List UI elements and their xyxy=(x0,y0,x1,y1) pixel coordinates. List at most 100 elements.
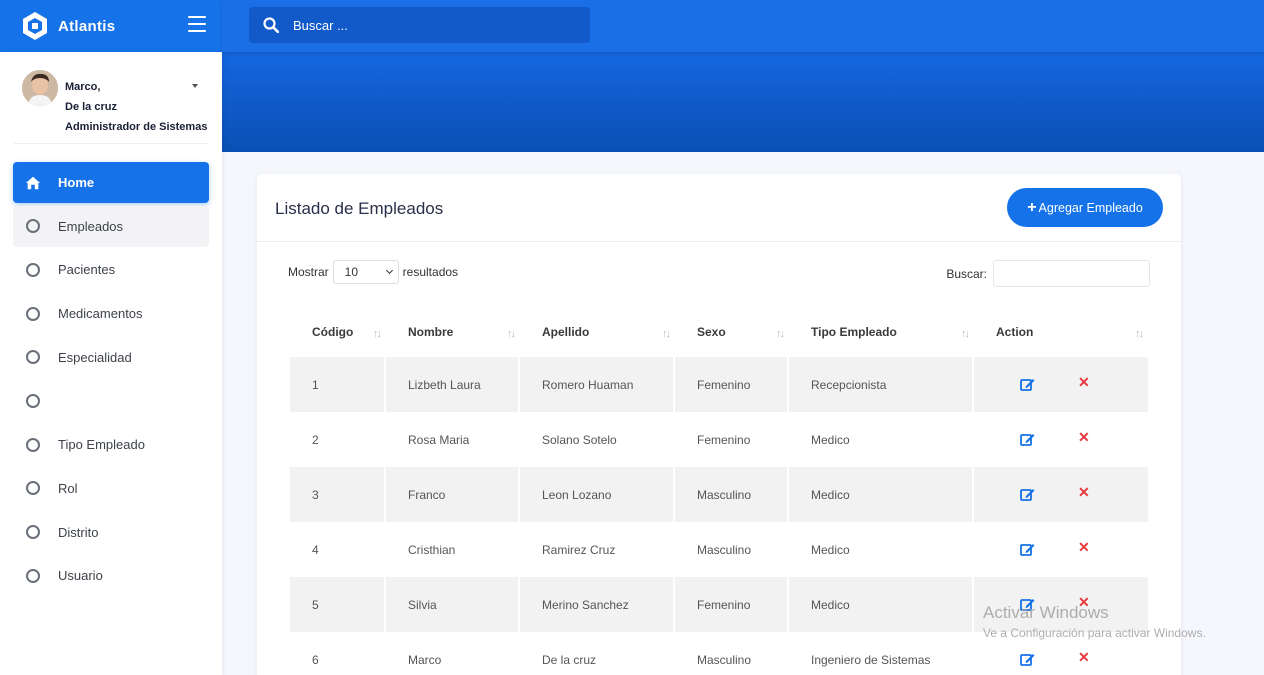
edit-icon[interactable] xyxy=(1020,377,1035,391)
delete-icon[interactable]: ✕ xyxy=(1078,484,1090,501)
cell-codigo: 4 xyxy=(290,522,386,577)
circle-icon xyxy=(25,437,41,453)
page-size-select[interactable]: 10 xyxy=(332,260,399,284)
sidebar-item-especialidad[interactable]: Especialidad xyxy=(13,337,209,378)
page-length-control: Mostrar 10 resultados xyxy=(288,260,458,284)
sidebar-item-label: Rol xyxy=(58,480,78,496)
cell-tipo: Medico xyxy=(789,577,974,632)
global-search-input[interactable] xyxy=(293,17,573,33)
hero-banner xyxy=(222,52,1264,152)
sidebar-item-rol[interactable]: Rol xyxy=(13,468,209,509)
circle-icon xyxy=(25,524,41,540)
search-icon[interactable] xyxy=(263,17,279,33)
sidebar-item-label: Especialidad xyxy=(58,349,132,365)
results-label: resultados xyxy=(402,265,459,279)
add-employee-label: Agregar Empleado xyxy=(1038,200,1143,215)
sidebar-item-pacientes[interactable]: Pacientes xyxy=(13,249,209,290)
table-row: 2 Rosa Maria Solano Sotelo Femenino Medi… xyxy=(290,412,1148,467)
sidebar-item-distrito[interactable]: Distrito xyxy=(13,512,209,553)
sidebar-item-label: Tipo Empleado xyxy=(58,437,145,453)
circle-icon xyxy=(25,480,41,496)
col-header-nombre[interactable]: Nombre ↑↓ xyxy=(386,306,520,357)
circle-icon xyxy=(25,306,41,322)
delete-icon[interactable]: ✕ xyxy=(1078,594,1090,611)
delete-icon[interactable]: ✕ xyxy=(1078,429,1090,446)
cell-apellido: Leon Lozano xyxy=(520,467,675,522)
sidebar: Marco, De la cruz Administrador de Siste… xyxy=(0,52,222,675)
sidebar-item-label: Empleados xyxy=(58,218,124,234)
cell-sexo: Femenino xyxy=(675,577,789,632)
sort-icon[interactable]: ↑↓ xyxy=(662,328,671,340)
card-header: Listado de Empleados + Agregar Empleado xyxy=(257,174,1181,242)
cell-actions: ✕ xyxy=(974,467,1148,522)
atlantis-logo-icon xyxy=(23,12,47,40)
sidebar-item-medicamentos[interactable]: Medicamentos xyxy=(13,293,209,334)
edit-icon[interactable] xyxy=(1020,597,1035,611)
edit-icon[interactable] xyxy=(1020,487,1035,501)
cell-nombre: Franco xyxy=(386,467,520,522)
edit-icon[interactable] xyxy=(1020,542,1035,556)
cell-tipo: Medico xyxy=(789,522,974,577)
cell-apellido: Merino Sanchez xyxy=(520,577,675,632)
col-header-action[interactable]: Action ↑↓ xyxy=(974,306,1148,357)
sidebar-item-unlabeled[interactable] xyxy=(13,380,209,421)
menu-toggle-icon[interactable] xyxy=(188,16,206,32)
sidebar-item-label: Home xyxy=(58,175,95,190)
edit-icon[interactable] xyxy=(1020,652,1035,666)
sidebar-item-label: Medicamentos xyxy=(58,306,143,322)
page-size-value: 10 xyxy=(344,265,359,279)
table-search-input[interactable] xyxy=(993,260,1150,287)
user-first-name: Marco, xyxy=(65,81,101,93)
sidebar-item-label: Pacientes xyxy=(58,262,116,278)
col-header-codigo[interactable]: Código ↑↓ xyxy=(290,306,386,357)
home-icon xyxy=(25,175,41,191)
cell-sexo: Femenino xyxy=(675,357,789,412)
sort-icon[interactable]: ↑↓ xyxy=(373,328,382,340)
delete-icon[interactable]: ✕ xyxy=(1078,539,1090,556)
col-header-apellido[interactable]: Apellido ↑↓ xyxy=(520,306,675,357)
table-row: 6 Marco De la cruz Masculino Ingeniero d… xyxy=(290,632,1148,675)
show-label: Mostrar xyxy=(288,265,329,279)
table-row: 1 Lizbeth Laura Romero Huaman Femenino R… xyxy=(290,357,1148,412)
user-info: Marco, De la cruz Administrador de Siste… xyxy=(65,77,207,137)
sidebar-item-empleados[interactable]: Empleados xyxy=(13,205,209,247)
sort-icon[interactable]: ↑↓ xyxy=(1135,328,1144,340)
delete-icon[interactable]: ✕ xyxy=(1078,649,1090,666)
cell-tipo: Medico xyxy=(789,467,974,522)
cell-sexo: Femenino xyxy=(675,412,789,467)
cell-apellido: Solano Sotelo xyxy=(520,412,675,467)
avatar[interactable] xyxy=(22,70,58,106)
cell-codigo: 3 xyxy=(290,467,386,522)
sidebar-item-label: Usuario xyxy=(58,568,103,584)
cell-actions: ✕ xyxy=(974,357,1148,412)
user-last-name: De la cruz xyxy=(65,101,117,113)
cell-nombre: Silvia xyxy=(386,577,520,632)
col-header-sexo[interactable]: Sexo ↑↓ xyxy=(675,306,789,357)
col-header-tipo-empleado[interactable]: Tipo Empleado ↑↓ xyxy=(789,306,974,357)
cell-sexo: Masculino xyxy=(675,632,789,675)
user-menu-caret-icon[interactable] xyxy=(192,84,198,88)
chevron-down-icon xyxy=(385,266,393,275)
topbar xyxy=(222,0,1264,52)
circle-icon xyxy=(25,218,41,234)
user-panel: Marco, De la cruz Administrador de Siste… xyxy=(14,52,208,144)
user-role: Administrador de Sistemas xyxy=(65,121,208,133)
sidebar-item-usuario[interactable]: Usuario xyxy=(13,555,209,596)
sidebar-item-home[interactable]: Home xyxy=(13,162,209,203)
sort-icon[interactable]: ↑↓ xyxy=(961,328,970,340)
sidebar-item-tipo-empleado[interactable]: Tipo Empleado xyxy=(13,424,209,465)
plus-icon: + xyxy=(1027,198,1037,216)
sort-icon[interactable]: ↑↓ xyxy=(507,328,516,340)
sort-icon[interactable]: ↑↓ xyxy=(776,328,785,340)
app-name: Atlantis xyxy=(58,17,116,35)
table-row: 5 Silvia Merino Sanchez Femenino Medico … xyxy=(290,577,1148,632)
cell-apellido: Ramirez Cruz xyxy=(520,522,675,577)
cell-apellido: De la cruz xyxy=(520,632,675,675)
cell-actions: ✕ xyxy=(974,412,1148,467)
cell-nombre: Lizbeth Laura xyxy=(386,357,520,412)
edit-icon[interactable] xyxy=(1020,432,1035,446)
add-employee-button[interactable]: + Agregar Empleado xyxy=(1007,188,1163,227)
cell-sexo: Masculino xyxy=(675,467,789,522)
cell-codigo: 5 xyxy=(290,577,386,632)
delete-icon[interactable]: ✕ xyxy=(1078,374,1090,391)
